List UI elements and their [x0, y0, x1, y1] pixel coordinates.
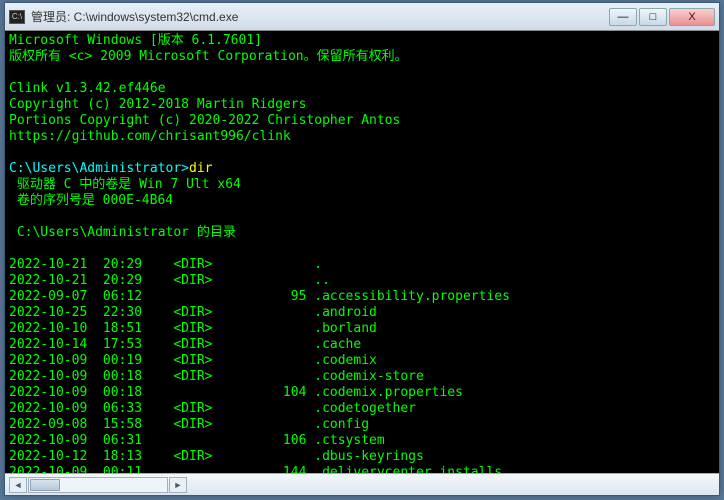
- dir-row: 2022-10-09 00:18 <DIR> .codemix-store: [9, 369, 715, 385]
- dir-row: 2022-10-21 20:29 <DIR> ..: [9, 273, 715, 289]
- output-line: [9, 65, 715, 81]
- close-button[interactable]: X: [669, 8, 715, 26]
- terminal-content[interactable]: Microsoft Windows [版本 6.1.7601]版权所有 <c> …: [5, 31, 719, 473]
- scrollbar-horizontal[interactable]: [28, 477, 168, 493]
- dir-row: 2022-10-21 20:29 <DIR> .: [9, 257, 715, 273]
- statusbar: ◄ ►: [5, 473, 719, 495]
- window-buttons: — □ X: [609, 8, 715, 26]
- scrollbar-thumb[interactable]: [30, 479, 60, 491]
- dir-row: 2022-10-09 00:18 104 .codemix.properties: [9, 385, 715, 401]
- app-icon: C:\: [9, 10, 25, 24]
- dir-row: 2022-10-10 18:51 <DIR> .borland: [9, 321, 715, 337]
- output-line: Copyright (c) 2012-2018 Martin Ridgers: [9, 97, 715, 113]
- dir-row: 2022-10-09 06:31 106 .ctsystem: [9, 433, 715, 449]
- output-line: [9, 209, 715, 225]
- window-title: 管理员: C:\windows\system32\cmd.exe: [31, 8, 609, 25]
- dir-row: 2022-10-12 18:13 <DIR> .dbus-keyrings: [9, 449, 715, 465]
- prompt-path: C:\Users\Administrator>: [9, 161, 189, 176]
- titlebar[interactable]: C:\ 管理员: C:\windows\system32\cmd.exe — □…: [5, 3, 719, 31]
- maximize-button[interactable]: □: [639, 8, 667, 26]
- scroll-right-button[interactable]: ►: [169, 477, 187, 493]
- cmd-window: C:\ 管理员: C:\windows\system32\cmd.exe — □…: [4, 2, 720, 496]
- output-line: [9, 145, 715, 161]
- prompt-command: dir: [189, 161, 212, 176]
- output-line: Clink v1.3.42.ef446e: [9, 81, 715, 97]
- output-line: [9, 241, 715, 257]
- minimize-button[interactable]: —: [609, 8, 637, 26]
- dir-row: 2022-10-09 00:11 144 .deliverycenter.ins…: [9, 465, 715, 473]
- dir-row: 2022-10-25 22:30 <DIR> .android: [9, 305, 715, 321]
- dir-row: 2022-10-09 06:33 <DIR> .codetogether: [9, 401, 715, 417]
- scroll-left-button[interactable]: ◄: [9, 477, 27, 493]
- output-line: 卷的序列号是 000E-4B64: [9, 193, 715, 209]
- dir-row: 2022-09-08 15:58 <DIR> .config: [9, 417, 715, 433]
- output-line: 驱动器 C 中的卷是 Win 7 Ult x64: [9, 177, 715, 193]
- output-line: C:\Users\Administrator 的目录: [9, 225, 715, 241]
- output-line: Portions Copyright (c) 2020-2022 Christo…: [9, 113, 715, 129]
- prompt-line: C:\Users\Administrator>dir: [9, 161, 715, 177]
- dir-row: 2022-10-09 00:19 <DIR> .codemix: [9, 353, 715, 369]
- dir-row: 2022-09-07 06:12 95 .accessibility.prope…: [9, 289, 715, 305]
- output-line: https://github.com/chrisant996/clink: [9, 129, 715, 145]
- dir-row: 2022-10-14 17:53 <DIR> .cache: [9, 337, 715, 353]
- output-line: 版权所有 <c> 2009 Microsoft Corporation。保留所有…: [9, 49, 715, 65]
- output-line: Microsoft Windows [版本 6.1.7601]: [9, 33, 715, 49]
